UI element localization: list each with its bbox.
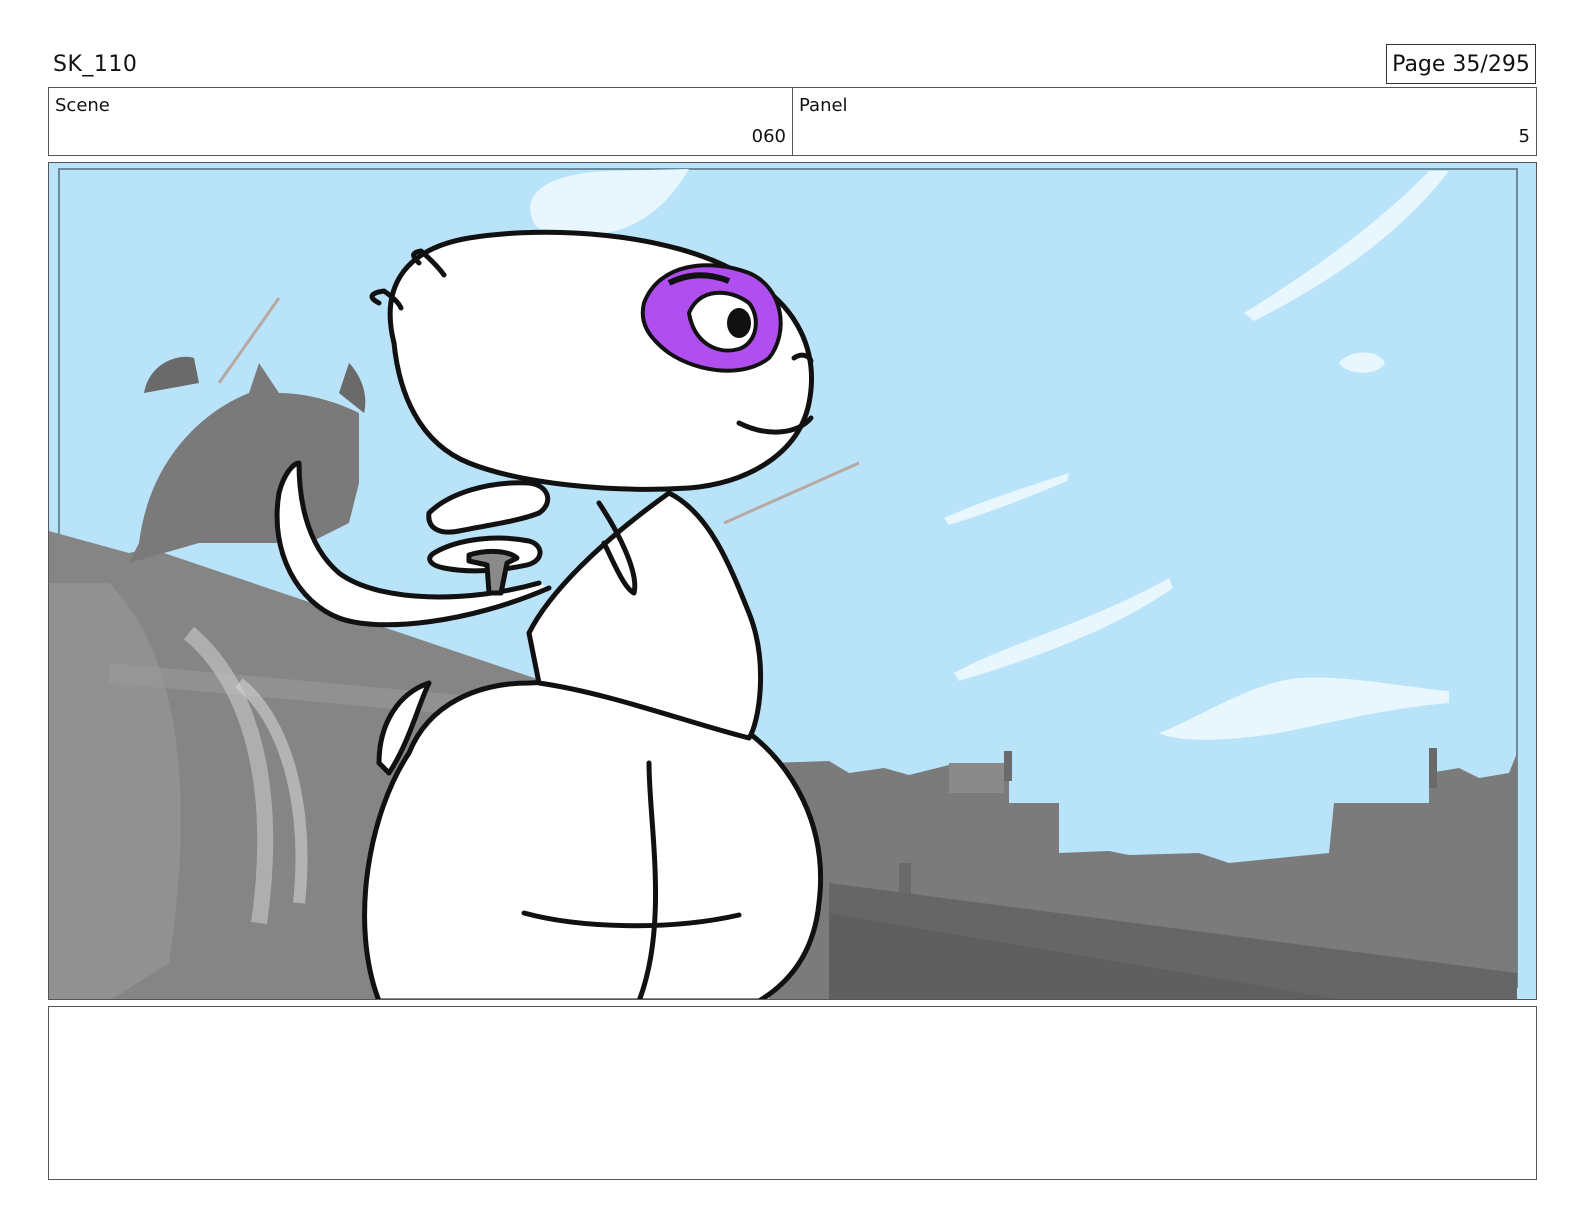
page-indicator: Page 35/295 [1386,44,1536,84]
panel-value: 5 [1518,126,1530,147]
panel-cell: Panel 5 [792,88,1536,155]
panel-label: Panel [799,95,848,116]
scene-label: Scene [55,95,110,116]
storyboard-frame [48,162,1537,1000]
scene-value: 060 [751,126,786,147]
sheet-id: SK_110 [53,52,138,77]
page-indicator-text: Page 35/295 [1392,51,1530,77]
notes-box [48,1006,1537,1180]
scene-cell: Scene 060 [49,88,792,155]
storyboard-drawing [49,163,1536,999]
info-row: Scene 060 Panel 5 [48,87,1537,156]
